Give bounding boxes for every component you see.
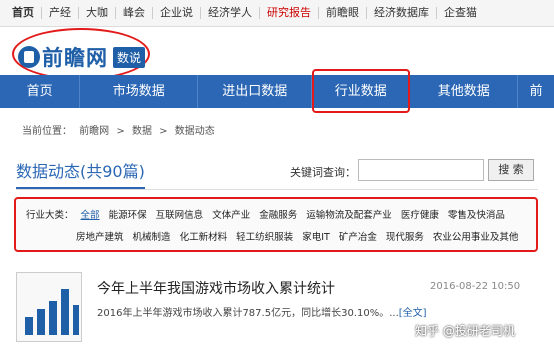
top-nav-summit[interactable]: 峰会 [116,7,153,19]
category-item[interactable]: 农业公用事业及其他 [433,232,519,243]
nav-other-data[interactable]: 其他数据 [410,75,519,108]
search-label: 关键词查询： [290,166,356,179]
article-summary-text: 2016年上半年游戏市场收入累计787.5亿元，同比增长30.10%。... [97,308,399,319]
article-read-more-link[interactable]: [全文] [399,308,427,319]
breadcrumb: 当前位置： 前瞻网 > 数据 > 数据动态 [22,122,219,137]
logo-name: 前瞻网 [42,46,108,70]
top-nav-experts[interactable]: 大咖 [79,7,116,19]
thumbnail-bar [49,301,57,335]
article-thumbnail[interactable] [16,272,82,342]
breadcrumb-data[interactable]: 数据 [132,126,152,137]
category-item[interactable]: 矿产冶金 [339,232,377,243]
category-item[interactable]: 零售及快消品 [448,210,505,221]
category-item[interactable]: 能源环保 [109,210,147,221]
category-item[interactable]: 医疗健康 [401,210,439,221]
top-nav-research-report[interactable]: 研究报告 [260,7,319,19]
top-nav-bar: 首页 产经 大咖 峰会 企业说 经济学人 研究报告 前瞻眼 经济数据库 企查猫 [0,0,554,27]
category-row: 房地产建筑 机械制造 化工新材料 轻工纺织服装 家电IT 矿产冶金 现代服务 农… [76,229,524,243]
breadcrumb-home[interactable]: 前瞻网 [79,126,109,137]
top-nav-economist[interactable]: 经济学人 [201,7,260,19]
site-logo[interactable]: 前瞻网 数说 [18,42,146,72]
article-title[interactable]: 今年上半年我国游戏市场收入累计统计 [97,278,335,298]
nav-highlight-box [312,69,410,113]
category-label: 行业大类： [26,210,74,221]
category-item[interactable]: 运输物流及配套产业 [306,210,392,221]
divider [16,189,538,190]
category-row: 行业大类： 全部 能源环保 互联网信息 文体产业 金融服务 运输物流及配套产业 … [26,207,511,221]
breadcrumb-current: 数据动态 [174,126,215,137]
breadcrumb-sep: > [159,126,168,137]
category-item[interactable]: 文体产业 [212,210,250,221]
top-nav-qichamao[interactable]: 企查猫 [437,7,484,19]
article-date: 2016-08-22 10:50 [430,281,521,292]
article-summary: 2016年上半年游戏市场收入累计787.5亿元，同比增长30.10%。...[全… [97,304,427,319]
top-nav-economic-db[interactable]: 经济数据库 [367,7,437,19]
nav-market-data[interactable]: 市场数据 [80,75,199,108]
category-item[interactable]: 房地产建筑 [76,232,124,243]
breadcrumb-sep: > [116,126,125,137]
category-item[interactable]: 机械制造 [133,232,171,243]
category-filter-box: 行业大类： 全部 能源环保 互联网信息 文体产业 金融服务 运输物流及配套产业 … [14,197,538,252]
thumbnail-bar [73,305,79,335]
logo-icon [18,46,40,68]
thumbnail-bar [61,289,69,335]
search-input[interactable] [358,159,484,181]
logo-sub: 数说 [113,46,146,68]
top-nav-industry[interactable]: 产经 [42,7,79,19]
category-item[interactable]: 互联网信息 [156,210,204,221]
nav-more[interactable]: 前 [518,75,554,108]
category-item[interactable]: 轻工纺织服装 [236,232,293,243]
nav-home[interactable]: 首页 [0,75,81,108]
category-item[interactable]: 家电IT [302,232,330,243]
top-nav-qianzhan-eye[interactable]: 前瞻眼 [319,7,367,19]
top-nav-home[interactable]: 首页 [0,7,42,19]
top-nav-company-talk[interactable]: 企业说 [153,7,201,19]
category-all[interactable]: 全部 [81,210,100,221]
breadcrumb-prefix: 当前位置： [22,126,72,137]
category-item[interactable]: 现代服务 [386,232,424,243]
thumbnail-bar [25,317,33,335]
nav-import-export-data[interactable]: 进出口数据 [198,75,313,108]
thumbnail-bar [37,309,45,335]
watermark: 知乎 @投研老司机 [415,324,515,338]
category-item[interactable]: 金融服务 [259,210,297,221]
page-title: 数据动态(共90篇) [16,158,145,189]
search-button[interactable]: 搜 索 [488,159,534,181]
main-nav: 首页 市场数据 进出口数据 行业数据 其他数据 前 [0,75,554,108]
category-item[interactable]: 化工新材料 [180,232,228,243]
